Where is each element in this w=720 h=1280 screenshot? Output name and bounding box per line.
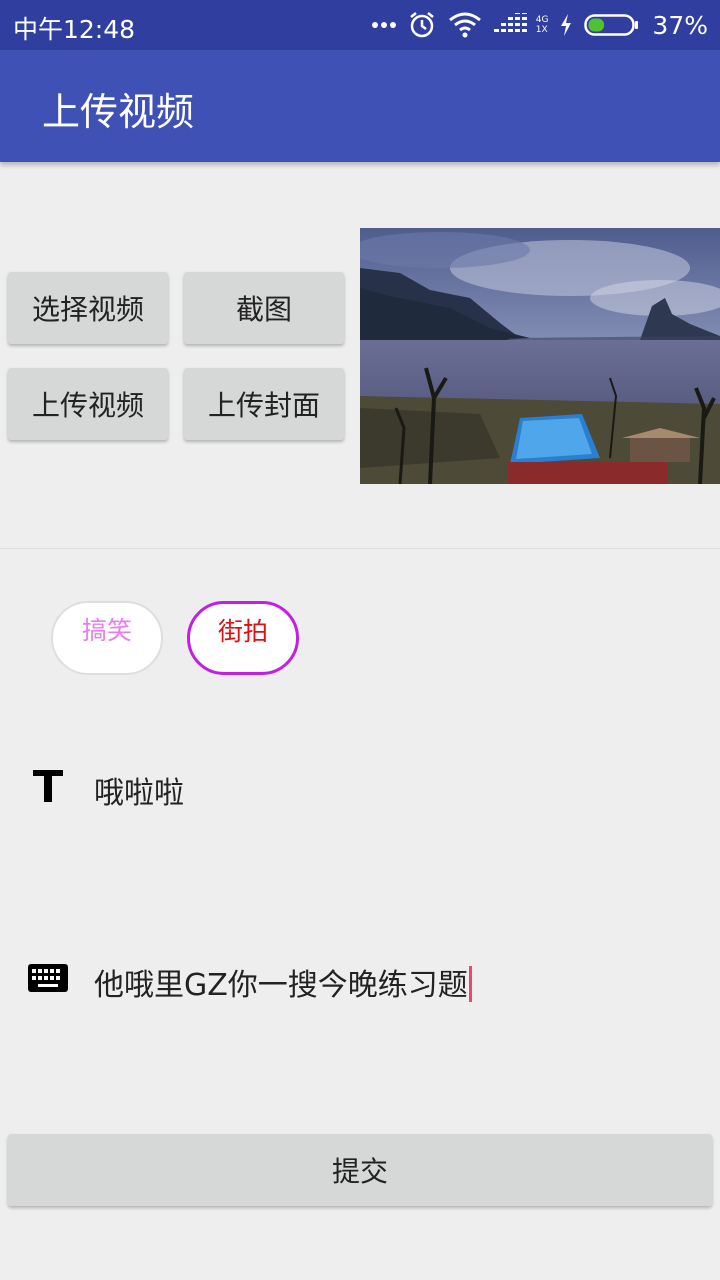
upload-cover-button[interactable]: 上传封面 — [184, 368, 344, 440]
signal-icon: 4G 1X — [493, 13, 549, 37]
video-cover-preview — [360, 228, 720, 484]
description-text: 他哦里GZ你一搜今晚练习题 — [94, 968, 468, 1003]
network-label: 4G — [535, 15, 549, 25]
description-input[interactable]: 他哦里GZ你一搜今晚练习题 — [94, 960, 472, 1004]
text-format-icon — [33, 770, 63, 806]
status-time: 中午12:48 — [13, 15, 136, 44]
select-video-button[interactable]: 选择视频 — [8, 272, 168, 344]
battery-percent: 37% — [652, 10, 708, 40]
tag-chip-street-photo[interactable]: 街拍 — [187, 601, 299, 675]
screenshot-button[interactable]: 截图 — [184, 272, 344, 344]
section-divider — [0, 548, 720, 549]
status-icons: 4G 1X 37% — [371, 8, 708, 42]
title-input[interactable]: 哦啦啦 — [94, 768, 184, 812]
page-title: 上传视频 — [42, 90, 195, 134]
battery-icon — [584, 14, 639, 36]
more-dots-icon — [371, 22, 396, 28]
app-bar: 上传视频 — [0, 50, 720, 162]
submit-button[interactable]: 提交 — [8, 1134, 712, 1206]
tag-chip-funny[interactable]: 搞笑 — [51, 601, 163, 675]
keyboard-icon — [28, 964, 68, 996]
alarm-icon — [409, 12, 434, 38]
status-bar: 中午12:48 4G 1X 37% — [0, 0, 720, 50]
upload-video-button[interactable]: 上传视频 — [8, 368, 168, 440]
network-sub: 1X — [535, 25, 548, 35]
wifi-icon — [448, 12, 481, 38]
charging-icon — [561, 14, 572, 36]
text-cursor — [468, 966, 472, 1002]
